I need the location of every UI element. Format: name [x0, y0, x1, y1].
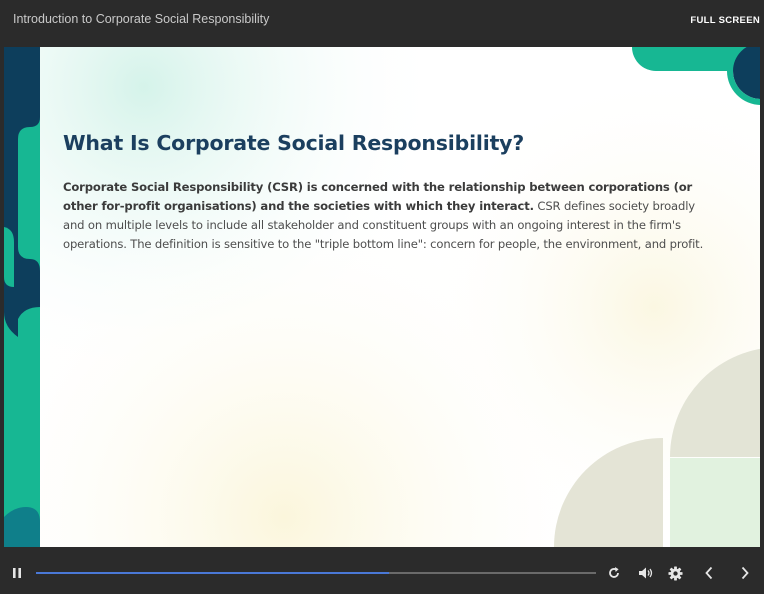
slide-heading: What Is Corporate Social Responsibility?	[63, 131, 525, 155]
settings-button[interactable]	[667, 565, 683, 581]
slide-stage: What Is Corporate Social Responsibility?…	[4, 47, 760, 547]
settings-icon	[667, 565, 683, 581]
next-button[interactable]	[737, 565, 753, 581]
pause-icon	[13, 568, 21, 578]
bottom-right-square	[670, 458, 760, 547]
replay-icon	[609, 567, 619, 578]
volume-button[interactable]	[637, 565, 655, 581]
replay-button[interactable]	[606, 565, 622, 581]
top-bar: Introduction to Corporate Social Respons…	[0, 0, 764, 46]
control-bar	[0, 548, 764, 594]
next-icon	[741, 566, 749, 580]
slide-background	[4, 47, 760, 547]
left-bottom-accent	[4, 507, 40, 547]
pause-button[interactable]	[9, 565, 25, 581]
progress-bar[interactable]	[36, 572, 596, 574]
previous-icon	[705, 566, 713, 580]
progress-fill	[36, 572, 389, 574]
course-player: Introduction to Corporate Social Respons…	[0, 0, 764, 594]
slide-body: Corporate Social Responsibility (CSR) is…	[63, 178, 708, 254]
previous-button[interactable]	[701, 565, 717, 581]
course-title: Introduction to Corporate Social Respons…	[13, 12, 270, 26]
volume-icon	[639, 567, 653, 579]
fullscreen-button[interactable]: FULL SCREEN	[690, 15, 760, 26]
